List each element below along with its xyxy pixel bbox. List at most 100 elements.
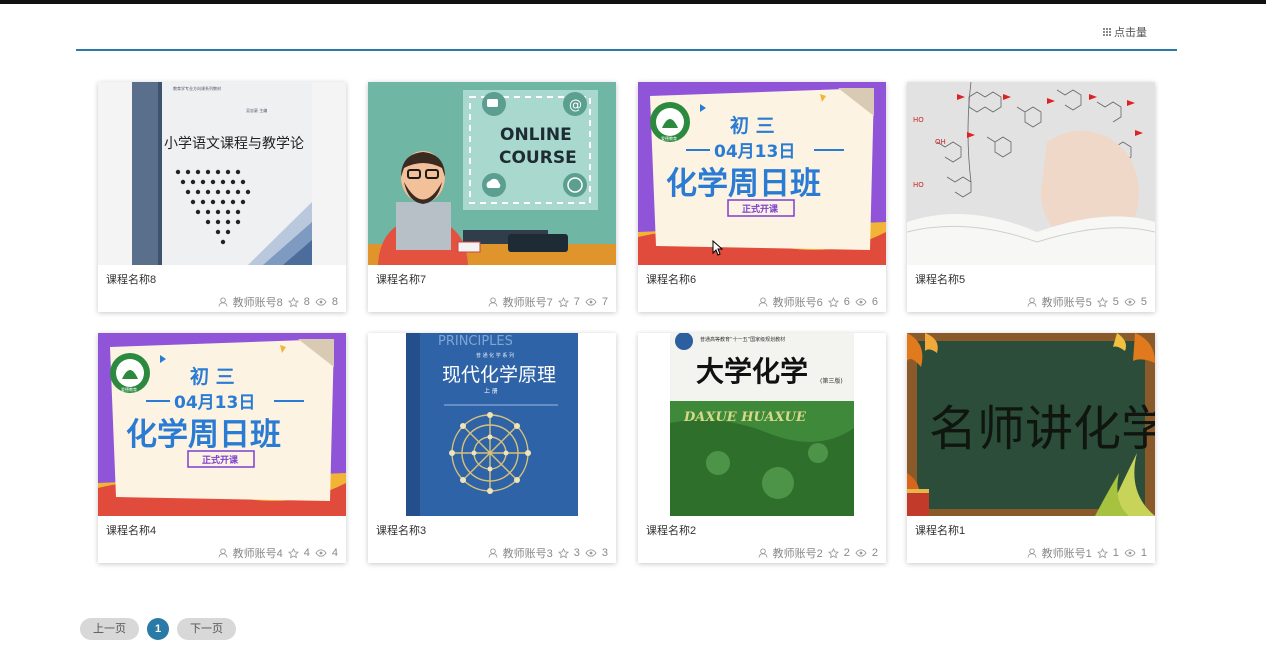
- top-bar: [0, 0, 1266, 4]
- course-name[interactable]: 课程名称5: [915, 271, 965, 287]
- course-card[interactable]: 名师讲化学 课程名称1 教师账号1 1 1: [907, 333, 1155, 563]
- teacher-account: 教师账号8: [232, 297, 283, 309]
- eye-icon: [855, 298, 867, 306]
- date-text: 04月13日: [714, 142, 795, 162]
- course-cover[interactable]: 普通高等教育“十一五”国家级规划教材 大学化学 (第三版) DAXUE HUAX…: [638, 333, 886, 516]
- course-card[interactable]: 教育学专业方向课系列教材 吴忠豪 主编 小学语文课程与教学论 课程名称8 教师账…: [98, 82, 346, 312]
- logo-text: 爱德教育: [661, 135, 677, 141]
- teacher-account: 教师账号4: [232, 548, 283, 560]
- view-count: 5: [1140, 296, 1147, 308]
- course-meta: 教师账号8 8 8: [218, 294, 338, 310]
- course-cover[interactable]: HO OH HO: [907, 82, 1155, 265]
- course-text: COURSE: [499, 148, 577, 168]
- teacher-account: 教师账号6: [772, 297, 823, 309]
- star-count: 5: [1112, 296, 1119, 308]
- book-title: 小学语文课程与教学论: [164, 136, 304, 152]
- star-icon: [1096, 547, 1108, 559]
- teacher-account: 教师账号2: [772, 548, 823, 560]
- book-series: 普通高等教育“十一五”国家级规划教材: [700, 336, 785, 343]
- star-count: 6: [843, 296, 850, 308]
- course-name[interactable]: 课程名称8: [106, 271, 156, 287]
- course-meta: 教师账号4 4 4: [218, 545, 338, 561]
- class-tag: 正式开课: [742, 203, 779, 215]
- eye-icon: [585, 298, 597, 306]
- course-card[interactable]: ONLINE COURSE @ 课程名称7 教师账号7 7 7: [368, 82, 616, 312]
- book-author: 吴忠豪 主编: [246, 107, 267, 113]
- user-icon: [758, 548, 768, 558]
- view-count: 6: [871, 296, 878, 308]
- course-name[interactable]: 课程名称4: [106, 522, 156, 538]
- eye-icon: [1124, 549, 1136, 557]
- book-volume: 上 册: [484, 387, 498, 395]
- class-title: 化学周日班: [666, 166, 821, 202]
- prev-page-button[interactable]: 上一页: [80, 618, 139, 640]
- board-text: 名师讲化学: [929, 401, 1155, 457]
- course-cover[interactable]: PRINCIPLES 普 通 化 学 系 列 现代化学原理 上 册: [368, 333, 616, 516]
- course-meta: 教师账号2 2 2: [758, 545, 878, 561]
- next-page-button[interactable]: 下一页: [177, 618, 236, 640]
- star-icon: [1096, 296, 1108, 308]
- star-icon: [287, 547, 299, 559]
- eye-icon: [1124, 298, 1136, 306]
- book-series: 教育学专业方向课系列教材: [173, 85, 221, 91]
- teacher-account: 教师账号5: [1041, 297, 1092, 309]
- course-name[interactable]: 课程名称3: [376, 522, 426, 538]
- pagination: 上一页 1 下一页: [80, 618, 236, 640]
- course-name[interactable]: 课程名称2: [646, 522, 696, 538]
- book-series: 普 通 化 学 系 列: [476, 352, 514, 359]
- star-icon: [287, 296, 299, 308]
- star-count: 3: [573, 547, 580, 559]
- eye-icon: [855, 549, 867, 557]
- course-cover[interactable]: 爱德教育 初 三 04月13日 化学周日班 正式开课: [638, 82, 886, 265]
- course-card[interactable]: 普通高等教育“十一五”国家级规划教材 大学化学 (第三版) DAXUE HUAX…: [638, 333, 886, 563]
- teacher-account: 教师账号3: [502, 548, 553, 560]
- star-icon: [557, 547, 569, 559]
- logo-text: 爱德教育: [121, 386, 137, 392]
- book-title: 现代化学原理: [442, 364, 556, 386]
- eye-icon: [585, 549, 597, 557]
- sort-by-clicks[interactable]: 点击量: [1103, 24, 1147, 40]
- course-card[interactable]: PRINCIPLES 普 通 化 学 系 列 现代化学原理 上 册 课程名称3 …: [368, 333, 616, 563]
- course-meta: 教师账号1 1 1: [1027, 545, 1147, 561]
- course-cover[interactable]: 教育学专业方向课系列教材 吴忠豪 主编 小学语文课程与教学论: [98, 82, 346, 265]
- eye-icon: [315, 549, 327, 557]
- class-tag: 正式开课: [202, 454, 239, 466]
- grade-text: 初 三: [190, 365, 235, 388]
- course-card[interactable]: 爱德教育 初 三 04月13日 化学周日班 正式开课 课程名称6 教师账号6 6…: [638, 82, 886, 312]
- course-card[interactable]: HO OH HO 课程名称5 教师账号5 5 5: [907, 82, 1155, 312]
- view-count: 8: [331, 296, 338, 308]
- svg-text:HO: HO: [913, 116, 924, 124]
- course-cover[interactable]: ONLINE COURSE @: [368, 82, 616, 265]
- course-meta: 教师账号5 5 5: [1027, 294, 1147, 310]
- mouse-cursor-icon: [712, 240, 723, 256]
- star-icon: [827, 296, 839, 308]
- user-icon: [758, 297, 768, 307]
- grid-icon: [1103, 28, 1111, 36]
- course-meta: 教师账号7 7 7: [488, 294, 608, 310]
- course-cover[interactable]: 名师讲化学: [907, 333, 1155, 516]
- course-cover[interactable]: 爱德教育 初 三 04月13日 化学周日班 正式开课: [98, 333, 346, 516]
- course-name[interactable]: 课程名称6: [646, 271, 696, 287]
- star-count: 4: [303, 547, 310, 559]
- page-number-current[interactable]: 1: [147, 618, 169, 640]
- eye-icon: [315, 298, 327, 306]
- star-count: 2: [843, 547, 850, 559]
- star-count: 8: [303, 296, 310, 308]
- book-edition: (第三版): [820, 377, 843, 385]
- course-name[interactable]: 课程名称7: [376, 271, 426, 287]
- user-icon: [488, 297, 498, 307]
- view-count: 1: [1140, 547, 1147, 559]
- svg-text:HO: HO: [913, 181, 924, 189]
- course-meta: 教师账号3 3 3: [488, 545, 608, 561]
- user-icon: [1027, 297, 1037, 307]
- course-card[interactable]: 爱德教育 初 三 04月13日 化学周日班 正式开课 课程名称4 教师账号4 4…: [98, 333, 346, 563]
- sort-label: 点击量: [1114, 27, 1147, 39]
- online-text: ONLINE: [500, 125, 572, 145]
- course-name[interactable]: 课程名称1: [915, 522, 965, 538]
- view-count: 7: [601, 296, 608, 308]
- view-count: 4: [331, 547, 338, 559]
- book-pinyin: DAXUE HUAXUE: [683, 410, 807, 425]
- date-text: 04月13日: [174, 393, 255, 413]
- book-title: 大学化学: [696, 355, 808, 388]
- teacher-account: 教师账号1: [1041, 548, 1092, 560]
